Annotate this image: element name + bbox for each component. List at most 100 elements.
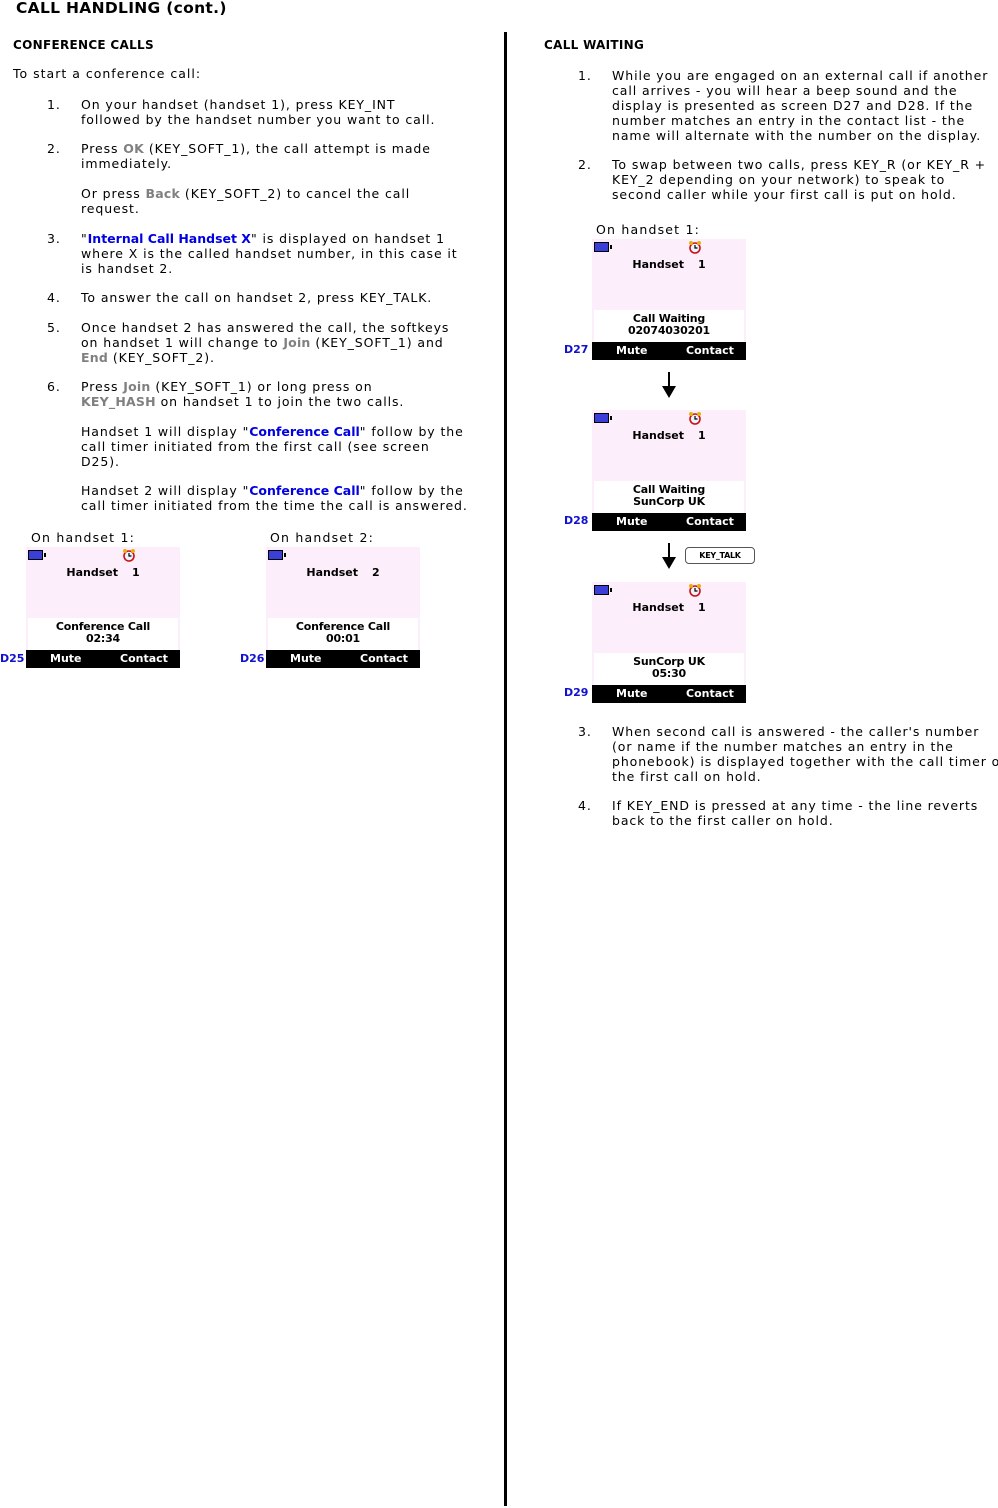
softkey-ok-label: OK: [123, 141, 144, 156]
step-text: Once handset 2 has answered the call, th…: [81, 320, 450, 335]
softkey-end-label: End: [81, 350, 108, 365]
step-number: 3.: [578, 724, 592, 739]
step-text: (KEY_SOFT_2) to cancel the call: [180, 186, 411, 201]
step-text: call timer initiated from the time the c…: [81, 498, 468, 513]
screen-id: D25: [0, 652, 25, 665]
step-number: 1.: [47, 97, 61, 112]
softkey-contact[interactable]: Contact: [686, 344, 734, 357]
softkey-join-label: Join: [283, 335, 311, 350]
screen-id: D27: [564, 343, 589, 356]
step-text: " follow by the: [359, 424, 464, 439]
step-text: Handset 1 will display ": [81, 424, 250, 439]
step-number: 6.: [47, 379, 61, 394]
step-text: number matches an entry in the contact l…: [612, 113, 966, 128]
step-number: 1.: [578, 68, 592, 83]
softkey-contact[interactable]: Contact: [360, 652, 408, 665]
step-text: the first call on hold.: [612, 769, 762, 784]
softkey-mute[interactable]: Mute: [290, 652, 322, 665]
call-timer: 05:30: [651, 667, 686, 680]
handset-label-text: Handset: [632, 429, 684, 442]
screen-id: D26: [240, 652, 265, 665]
step-text: D25).: [81, 454, 120, 469]
step-text: on handset 1 to join the two calls.: [155, 394, 405, 409]
step-text: is handset 2.: [81, 261, 174, 276]
handset-screen-d26: Handset 2 Conference Call 00:01 Mute Contac…: [266, 547, 420, 668]
display-text-highlight: Conference Call: [249, 483, 360, 498]
step-text: request.: [81, 201, 140, 216]
step-text: Or press: [81, 186, 146, 201]
softkey-bar: Mute Contact: [592, 342, 746, 360]
handset-name: Handset 1: [592, 601, 746, 614]
step-text: back to the first caller on hold.: [612, 813, 834, 828]
call-timer: 00:01: [325, 632, 360, 645]
display-text-highlight: Internal Call Handset X: [87, 231, 251, 246]
step-text: name will alternate with the number on t…: [612, 128, 982, 143]
step-number: 2.: [578, 157, 592, 172]
step-text: " is displayed on handset 1: [250, 231, 445, 246]
handset-number: 1: [697, 258, 706, 271]
softkey-contact[interactable]: Contact: [686, 687, 734, 700]
step-text: Handset 2 will display ": [81, 483, 250, 498]
step-text: phonebook) is displayed together with th…: [612, 754, 998, 769]
handset-number: 1: [697, 601, 706, 614]
key-talk-badge: KEY_TALK: [685, 547, 755, 564]
call-info-panel: Conference Call 02:34: [28, 618, 178, 650]
softkey-mute[interactable]: Mute: [616, 515, 648, 528]
handset-name: Handset 2: [266, 566, 420, 579]
handset-label-text: Handset: [66, 566, 118, 579]
softkey-contact[interactable]: Contact: [120, 652, 168, 665]
step-number: 4.: [578, 798, 592, 813]
call-info-panel: Call Waiting 02074030201: [594, 310, 744, 342]
step-text: ": [81, 231, 88, 246]
step-text: If KEY_END is pressed at any time - the …: [612, 798, 979, 813]
step-text: (KEY_SOFT_1), the call attempt is made: [144, 141, 431, 156]
softkey-contact[interactable]: Contact: [686, 515, 734, 528]
column-divider: [504, 32, 507, 1506]
battery-icon: [28, 550, 46, 560]
step-text: second caller while your first call is p…: [612, 187, 957, 202]
call-info-panel: Conference Call 00:01: [268, 618, 418, 650]
softkey-mute[interactable]: Mute: [50, 652, 82, 665]
step-text: display is presented as screen D27 and D…: [612, 98, 974, 113]
key-hash-label: KEY_HASH: [81, 394, 156, 409]
step-text: On your handset (handset 1), press KEY_I…: [81, 97, 396, 112]
softkey-bar: Mute Contact: [592, 685, 746, 703]
down-arrow-icon: [662, 543, 676, 569]
handset-screen-d27: Handset 1 Call Waiting 02074030201 Mute Con…: [592, 239, 746, 360]
handset-label-text: Handset: [632, 601, 684, 614]
on-handset-label: On handset 1:: [31, 530, 136, 545]
handset-screen-d28: Handset 1 Call Waiting SunCorp UK Mute Cont…: [592, 410, 746, 531]
step-text: on handset 1 will change to: [81, 335, 284, 350]
handset-label-text: Handset: [306, 566, 358, 579]
step-text: followed by the handset number you want …: [81, 112, 436, 127]
battery-icon: [268, 550, 286, 560]
step-text: " follow by the: [359, 483, 464, 498]
softkey-bar: Mute Contact: [26, 650, 180, 668]
screen-id: D29: [564, 686, 589, 699]
section-title-call-waiting: CALL WAITING: [544, 38, 645, 52]
handset-number: 2: [371, 566, 380, 579]
softkey-mute[interactable]: Mute: [616, 344, 648, 357]
handset-label-text: Handset: [632, 258, 684, 271]
caller-number: 02074030201: [628, 324, 710, 337]
step-text: To swap between two calls, press KEY_R (…: [612, 157, 987, 172]
battery-icon: [594, 413, 612, 423]
handset-name: Handset 1: [592, 258, 746, 271]
step-text: call arrives - you will hear a beep soun…: [612, 83, 958, 98]
softkey-back-label: Back: [145, 186, 181, 201]
section-title-conference: CONFERENCE CALLS: [13, 38, 154, 52]
step-text: When second call is answered - the calle…: [612, 724, 980, 739]
step-text: Press: [81, 379, 124, 394]
step-text: To answer the call on handset 2, press K…: [81, 290, 433, 305]
softkey-join-label: Join: [123, 379, 151, 394]
softkey-mute[interactable]: Mute: [616, 687, 648, 700]
step-text: Press: [81, 141, 124, 156]
step-text: (KEY_SOFT_2).: [108, 350, 215, 365]
battery-icon: [594, 242, 612, 252]
display-text-highlight: Conference Call: [249, 424, 360, 439]
handset-screen-d25: Handset 1 Conference Call 02:34 Mute Contac…: [26, 547, 180, 668]
step-number: 5.: [47, 320, 61, 335]
alarm-clock-icon: [123, 549, 135, 562]
call-timer: 02:34: [85, 632, 120, 645]
page-title: CALL HANDLING (cont.): [16, 0, 227, 17]
